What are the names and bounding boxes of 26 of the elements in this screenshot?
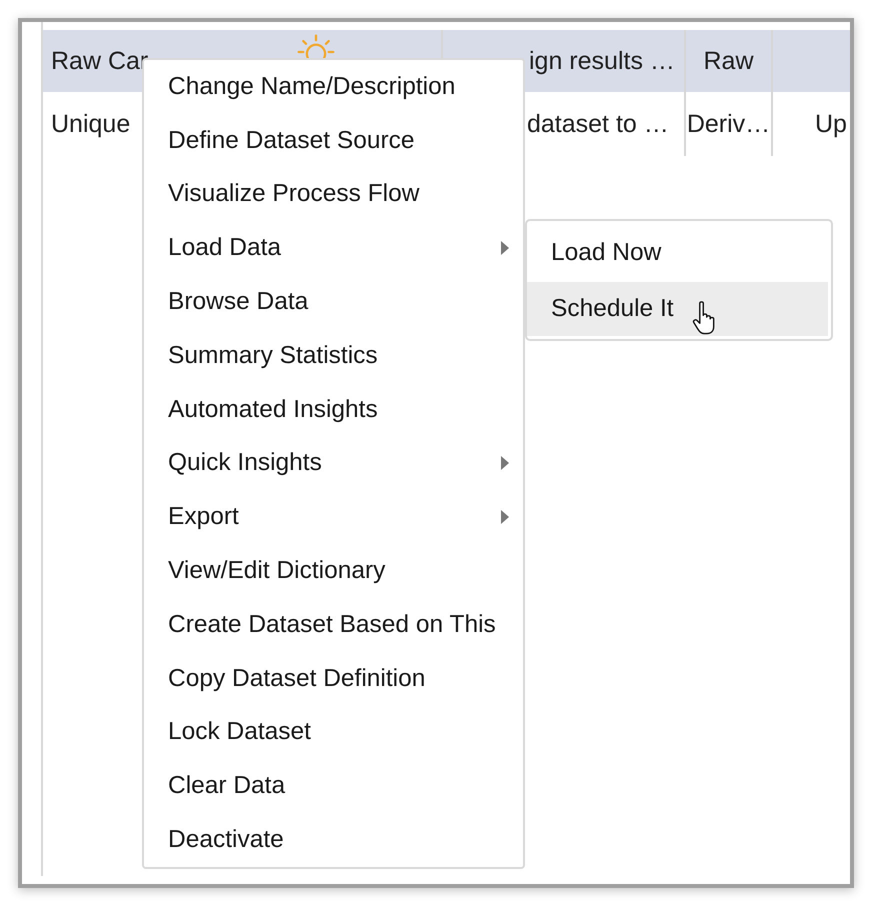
menu-item[interactable]: View/Edit Dictionary — [144, 544, 523, 598]
table-cell: Up — [815, 110, 847, 138]
menu-item[interactable]: Export — [144, 490, 523, 544]
column-header[interactable]: Raw — [703, 46, 754, 76]
menu-item[interactable]: Load Now — [527, 226, 828, 280]
menu-item[interactable]: Visualize Process Flow — [144, 168, 523, 222]
menu-item[interactable]: Load Data — [144, 221, 523, 276]
table-cell: Deriv… — [686, 110, 770, 138]
menu-item[interactable]: Define Dataset Source — [144, 114, 523, 168]
submenu-arrow-icon — [501, 510, 509, 524]
menu-item[interactable]: Change Name/Description — [144, 60, 523, 114]
table-cell: dataset to … — [527, 110, 669, 138]
column-header[interactable]: ign results … — [529, 46, 675, 76]
submenu-arrow-icon — [501, 456, 509, 470]
menu-item[interactable]: Browse Data — [144, 275, 523, 329]
menu-item[interactable]: Summary Statistics — [144, 328, 523, 383]
menu-item[interactable]: Create Dataset Based on This — [144, 598, 523, 652]
menu-item[interactable]: Copy Dataset Definition — [144, 652, 523, 706]
menu-item[interactable]: Schedule It — [527, 282, 828, 336]
menu-item[interactable]: Automated Insights — [144, 382, 523, 437]
menu-item[interactable]: Deactivate — [144, 813, 523, 867]
table-cell: Unique — [51, 110, 130, 138]
menu-item[interactable]: Quick Insights — [144, 436, 523, 490]
menu-item[interactable]: Clear Data — [144, 759, 523, 814]
submenu-arrow-icon — [501, 241, 509, 256]
menu-item[interactable]: Lock Dataset — [144, 706, 523, 760]
